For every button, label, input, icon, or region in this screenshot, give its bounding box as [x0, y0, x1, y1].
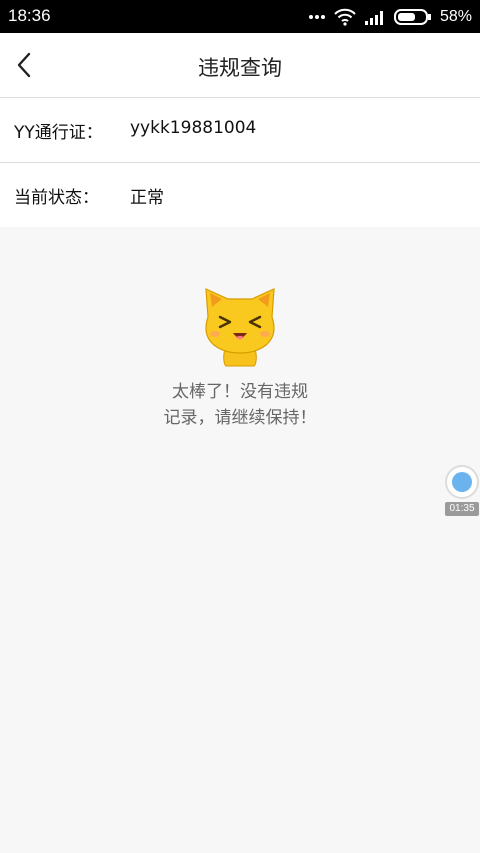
status-value: 正常 — [130, 188, 164, 208]
battery-icon — [393, 9, 431, 25]
battery-percent: 58% — [439, 8, 472, 25]
pass-label: YY通行证： — [14, 123, 103, 143]
status-icons: 58% — [308, 6, 472, 28]
status-bar: 18:36 58% — [0, 0, 480, 33]
page-title: 违规查询 — [198, 56, 282, 80]
pass-value: yykk19881004 — [130, 118, 257, 138]
record-dot-icon — [452, 472, 472, 492]
happy-cat-icon — [205, 288, 275, 367]
empty-state: 太棒了！没有违规 记录，请继续保持！ — [0, 285, 480, 431]
floating-record-button[interactable] — [445, 465, 479, 499]
status-row: 当前状态： 正常 — [0, 163, 480, 227]
more-dots-icon — [308, 15, 325, 19]
status-label: 当前状态： — [14, 188, 99, 208]
top-nav-bar: 违规查询 — [0, 33, 480, 98]
status-time: 18:36 — [8, 6, 51, 25]
wifi-icon — [334, 8, 356, 26]
empty-message-line1: 太棒了！没有违规 — [172, 382, 308, 402]
pass-row: YY通行证： yykk19881004 — [0, 98, 480, 163]
signal-icon — [364, 11, 383, 25]
empty-message: 太棒了！没有违规 记录，请继续保持！ — [0, 379, 480, 431]
empty-message-line2: 记录，请继续保持！ — [163, 408, 317, 428]
record-timer: 01:35 — [445, 502, 479, 516]
